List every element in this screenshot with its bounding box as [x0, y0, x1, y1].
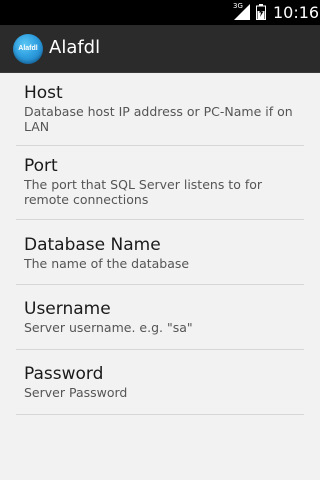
pref-title: Host: [24, 83, 63, 103]
pref-summary: Server Password: [24, 385, 128, 400]
app-title: Alafdl: [49, 37, 101, 58]
pref-username[interactable]: Username Server username. e.g. "sa": [0, 285, 320, 349]
pref-summary: The port that SQL Server listens to for …: [24, 177, 263, 207]
action-bar: Alafdl Alafdl: [0, 25, 320, 73]
pref-database-name[interactable]: Database Name The name of the database: [0, 220, 320, 284]
pref-title: Database Name: [24, 235, 161, 255]
preference-list: Host Database host IP address or PC-Name…: [0, 73, 320, 415]
pref-title: Password: [24, 364, 104, 384]
app-logo-icon[interactable]: Alafdl: [13, 34, 43, 64]
pref-port[interactable]: Port The port that SQL Server listens to…: [0, 146, 320, 219]
pref-password[interactable]: Password Server Password: [0, 350, 320, 414]
pref-title: Username: [24, 299, 111, 319]
pref-summary: Database host IP address or PC-Name if o…: [24, 104, 293, 134]
divider: [16, 414, 304, 415]
status-clock: 10:16: [273, 3, 320, 22]
pref-host[interactable]: Host Database host IP address or PC-Name…: [0, 73, 320, 145]
battery-icon: [256, 4, 266, 20]
status-bar: 3G 10:16: [0, 0, 320, 25]
pref-summary: Server username. e.g. "sa": [24, 320, 193, 335]
signal-icon: 3G: [233, 2, 251, 21]
pref-title: Port: [24, 156, 58, 176]
pref-summary: The name of the database: [24, 256, 190, 271]
